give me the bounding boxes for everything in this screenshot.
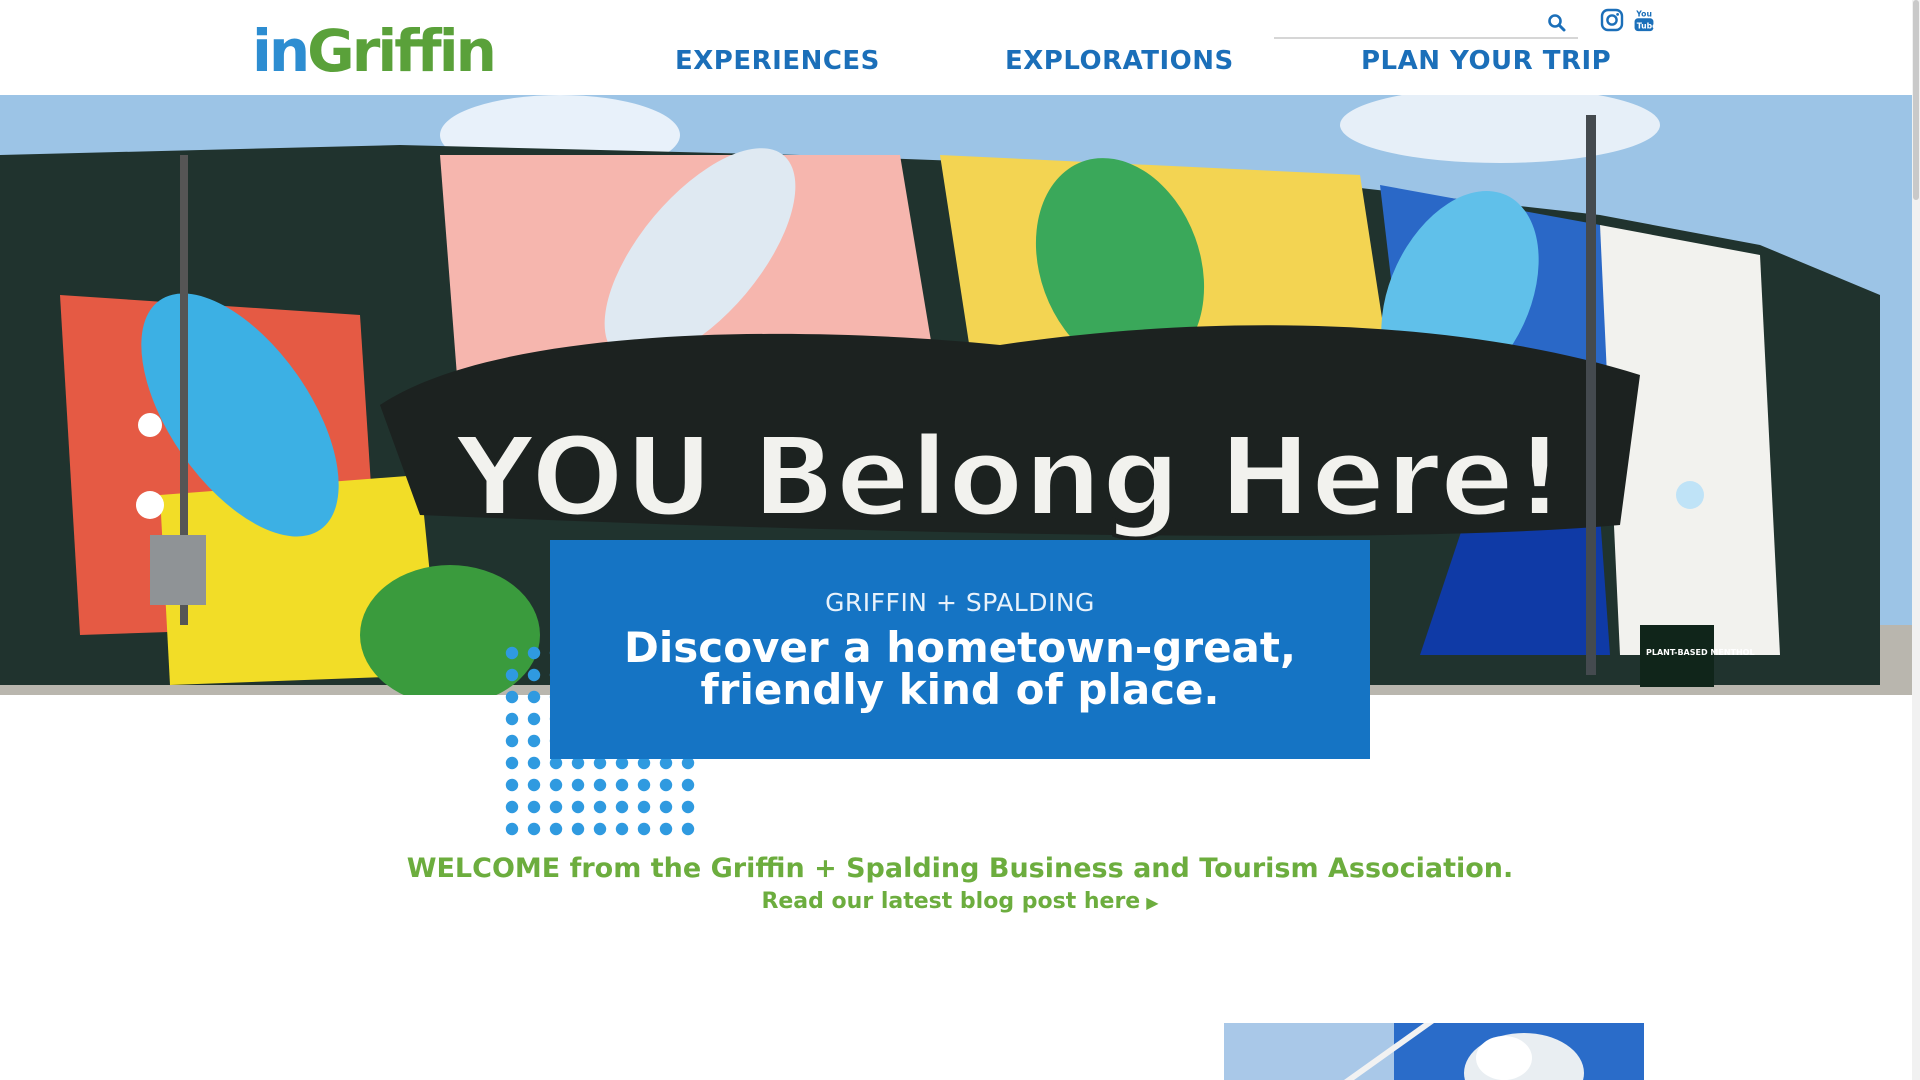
dot: [615, 778, 629, 792]
svg-text:You: You: [1635, 10, 1652, 19]
dot: [505, 822, 519, 836]
mural-text: YOU Belong Here!: [453, 413, 1565, 541]
dot: [549, 800, 563, 814]
callout-headline-line1: Discover a hometown-great,: [624, 623, 1296, 672]
dot: [659, 778, 673, 792]
dot: [527, 668, 541, 682]
dot: [505, 778, 519, 792]
feature-image-preview[interactable]: [1224, 1023, 1644, 1080]
dot: [637, 800, 651, 814]
caret-right-icon: ▶: [1146, 893, 1159, 912]
sign-text: PLANT-BASED MENTHOL: [1646, 648, 1755, 657]
dot: [527, 734, 541, 748]
dot: [637, 822, 651, 836]
search-icon[interactable]: [1546, 12, 1568, 34]
welcome-text: WELCOME from the Griffin + Spalding Busi…: [406, 853, 1514, 884]
dot: [527, 822, 541, 836]
nav-plan-your-trip[interactable]: PLAN YOUR TRIP: [1361, 46, 1611, 76]
dot: [549, 778, 563, 792]
dot: [505, 734, 519, 748]
nav-experiences[interactable]: EXPERIENCES: [675, 46, 880, 76]
dot: [527, 646, 541, 660]
dot: [681, 822, 695, 836]
callout-subtitle: GRIFFIN + SPALDING: [825, 588, 1095, 617]
svg-text:Tube: Tube: [1637, 22, 1656, 31]
dot: [615, 822, 629, 836]
logo-griffin: Griffin: [307, 17, 497, 85]
dot: [615, 800, 629, 814]
dot: [527, 800, 541, 814]
dot: [659, 800, 673, 814]
youtube-icon[interactable]: You Tube: [1632, 8, 1656, 32]
site-header: inGriffin You Tube EXPERIENCES EXPLORATI…: [0, 0, 1920, 95]
dot: [527, 756, 541, 770]
dot: [527, 690, 541, 704]
page-scrollbar[interactable]: [1912, 0, 1920, 1080]
blog-link-label: Read our latest blog post here: [761, 889, 1141, 914]
dot: [571, 778, 585, 792]
logo-in: in: [252, 17, 310, 85]
hero-callout: GRIFFIN + SPALDING Discover a hometown-g…: [550, 540, 1370, 759]
dot: [505, 756, 519, 770]
dot: [549, 822, 563, 836]
scroll-thumb[interactable]: [1913, 0, 1919, 200]
callout-headline: Discover a hometown-great, friendly kind…: [550, 627, 1370, 711]
dot: [505, 668, 519, 682]
dot: [527, 778, 541, 792]
dot: [505, 646, 519, 660]
ingriffin-logo[interactable]: inGriffin: [252, 16, 497, 86]
search-bar: [1274, 8, 1578, 39]
instagram-icon[interactable]: [1600, 8, 1624, 32]
search-input[interactable]: [1274, 8, 1534, 37]
dot: [571, 822, 585, 836]
dot: [593, 778, 607, 792]
dot: [681, 778, 695, 792]
dot: [681, 800, 695, 814]
blog-post-link[interactable]: Read our latest blog post here ▶: [0, 889, 1920, 914]
dot: [505, 690, 519, 704]
dot: [593, 822, 607, 836]
dot: [527, 712, 541, 726]
dot: [505, 800, 519, 814]
dot: [637, 778, 651, 792]
dot: [593, 800, 607, 814]
dot: [571, 800, 585, 814]
dot: [505, 712, 519, 726]
nav-explorations[interactable]: EXPLORATIONS: [1005, 46, 1234, 76]
dot: [659, 822, 673, 836]
callout-headline-line2: friendly kind of place.: [700, 665, 1220, 714]
